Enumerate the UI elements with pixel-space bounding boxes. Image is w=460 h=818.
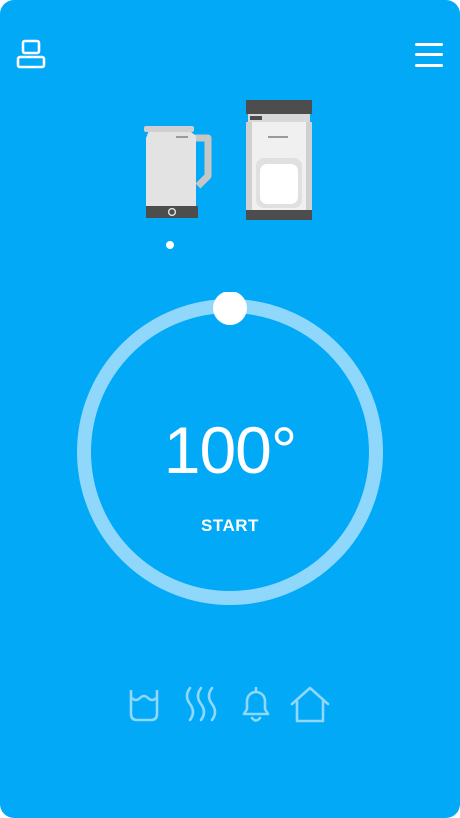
temperature-readout: 100° — [163, 413, 298, 487]
start-button[interactable]: START — [170, 516, 290, 536]
carousel-pager — [166, 241, 174, 249]
kettle-icon[interactable] — [140, 124, 220, 222]
water-cup-icon[interactable] — [122, 684, 166, 726]
heat-waves-icon[interactable] — [180, 684, 224, 726]
app-screen: 100° START — [0, 0, 460, 818]
temperature-dial[interactable]: 100° START — [60, 292, 400, 622]
hamburger-menu-icon[interactable] — [412, 40, 446, 70]
pager-dot-active[interactable] — [166, 241, 174, 249]
coffee-machine-icon[interactable] — [244, 98, 318, 222]
bottom-nav — [122, 684, 338, 726]
home-icon[interactable] — [288, 684, 332, 726]
appliance-carousel[interactable] — [140, 96, 320, 226]
dial-knob[interactable] — [213, 292, 247, 325]
bell-icon[interactable] — [234, 684, 278, 726]
user-device-icon[interactable] — [14, 38, 48, 72]
